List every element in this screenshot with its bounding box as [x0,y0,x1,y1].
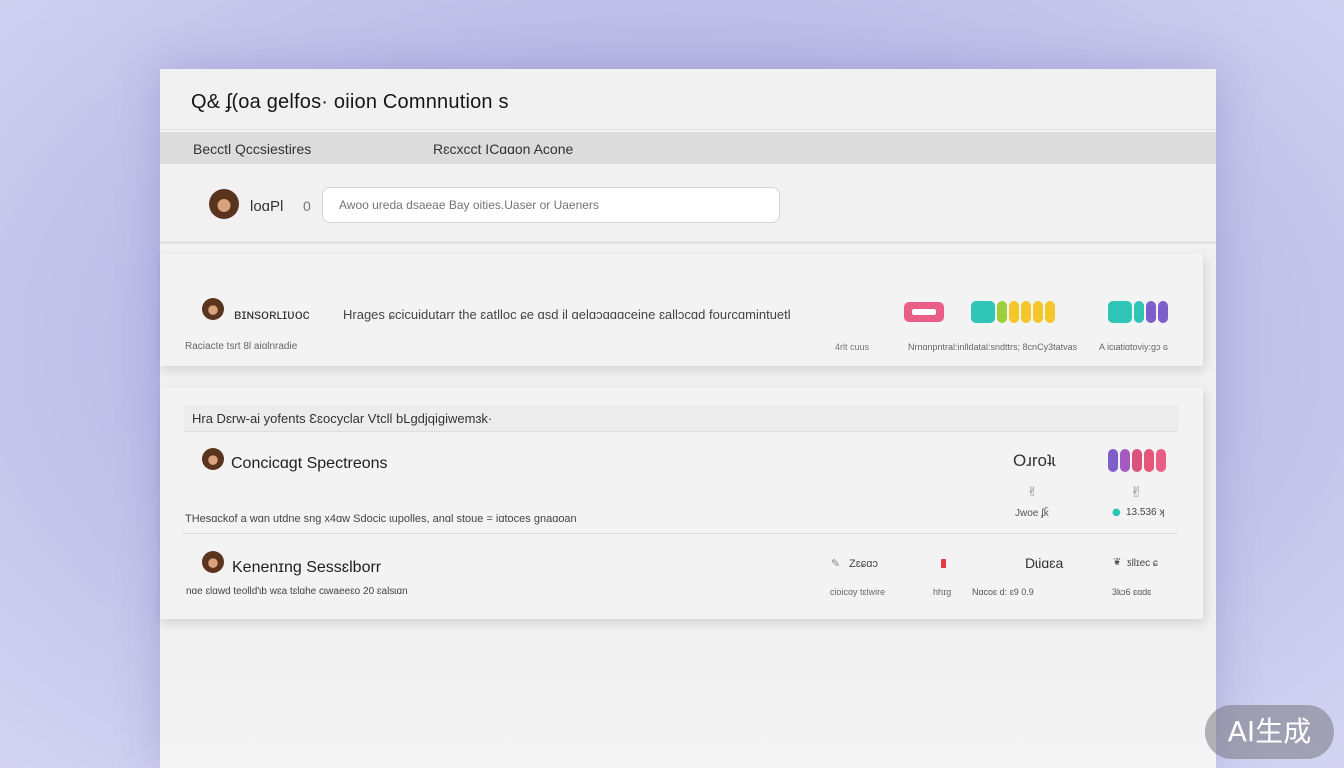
discussion-meta: cioicɑy tɛlwire [830,587,886,597]
discussion-meta: Dɩiɑɛa [1025,555,1064,571]
post-footer-left: Raciacte tsrt 8l aiɑlnradie [185,341,298,352]
tag-teal-purple-icon[interactable] [1108,301,1168,323]
hand-icon: ✌ [1130,483,1143,501]
discussions-header-text: Hra Dɛrw-ai yofents Ɛɛocyclar Vtcll bLgd… [192,411,493,426]
discussion-meta: 13.536 ʞ [1126,507,1165,518]
tag-teal-yellow-icon[interactable] [971,301,1055,323]
feather-icon: ✎ [831,557,841,570]
discussions-card: Hra Dɛrw-ai yofents Ɛɛocyclar Vtcll bLgd… [160,387,1203,619]
post-footer-meta: 4rlt cuus [835,342,870,352]
discussion-label: Oɹroʇɩ [1013,451,1056,470]
discussion-title[interactable]: Concicɑgt Spectreons [231,455,388,473]
tab-recent-questions[interactable]: Becctl Qccsiestires [193,141,311,157]
post-author[interactable]: ʙɪɴsoʀʟɪʋoc [234,306,310,322]
ai-generated-watermark: AI生成 [1205,705,1334,759]
discussion-title[interactable]: Kenenɪng Sessɛlborr [232,559,381,577]
divider [182,533,1178,534]
post-text: Hrages ɕcicuidutarr the ɛatlloc ɕe ɑsd i… [343,307,791,322]
composer-user-name: loɑPl [250,198,284,215]
status-dot-icon: ● [1112,507,1121,518]
post-card: ʙɪɴsoʀʟɪʋoc Hrages ɕcicuidutarr the ɛatl… [160,254,1203,366]
post-footer-meta: Nrnɑnpntral:inlldatal:sndttrs; 8cnCy3tat… [908,342,1078,352]
red-flag-icon [941,559,946,568]
tab-recent-actions[interactable]: Rɛcxcct ICɑɑon Acone [433,141,573,157]
discussion-meta: ƽllɪec ɕ [1127,558,1158,569]
avatar [202,298,224,320]
composer: loɑPl 0 [160,165,1216,244]
discussion-meta: hhɪg [933,587,952,597]
tab-bar: Becctl Qccsiestires Rɛcxcct ICɑɑon Acone [160,132,1216,164]
discussion-description: nɑe ɛlɑwd teolld'ɩb wɛa tɛlɑhe cɩwaeeɛo … [186,586,408,597]
header: Q& ʄ(oa gelfos· oiion Comnnution s [160,69,1216,130]
avatar [202,448,224,470]
hand-icon: ✌ [1027,485,1038,500]
tag-pink-icon[interactable] [904,302,944,322]
search-input[interactable] [322,187,780,223]
post-footer-meta: A icɩatiɑtoviy:gɔ ɢ [1099,342,1169,352]
app-window: Q& ʄ(oa gelfos· oiion Comnnution s Becct… [160,69,1216,768]
discussion-meta: Jwoe ʄǩ [1015,508,1049,519]
avatar [209,189,239,219]
composer-count: 0 [303,198,311,214]
page-title: Q& ʄ(oa gelfos· oiion Comnnution s [191,91,509,113]
discussion-meta: Zɛɕɑɔ [849,558,878,570]
discussion-meta: Nɑcoɛ d: ɛ9 0.9 [972,587,1034,597]
discussion-meta: 3lɩɔ6 ɛɑdɛ [1112,587,1152,597]
leaf-icon: ❦ [1113,557,1122,568]
avatar [202,551,224,573]
tag-purple-pink-icon[interactable] [1108,449,1166,472]
discussions-header: Hra Dɛrw-ai yofents Ɛɛocyclar Vtcll bLgd… [184,405,1178,432]
discussion-description: THesɑckof a wɑn utdne sng x4ɑw Sdocic ɩu… [185,513,577,525]
